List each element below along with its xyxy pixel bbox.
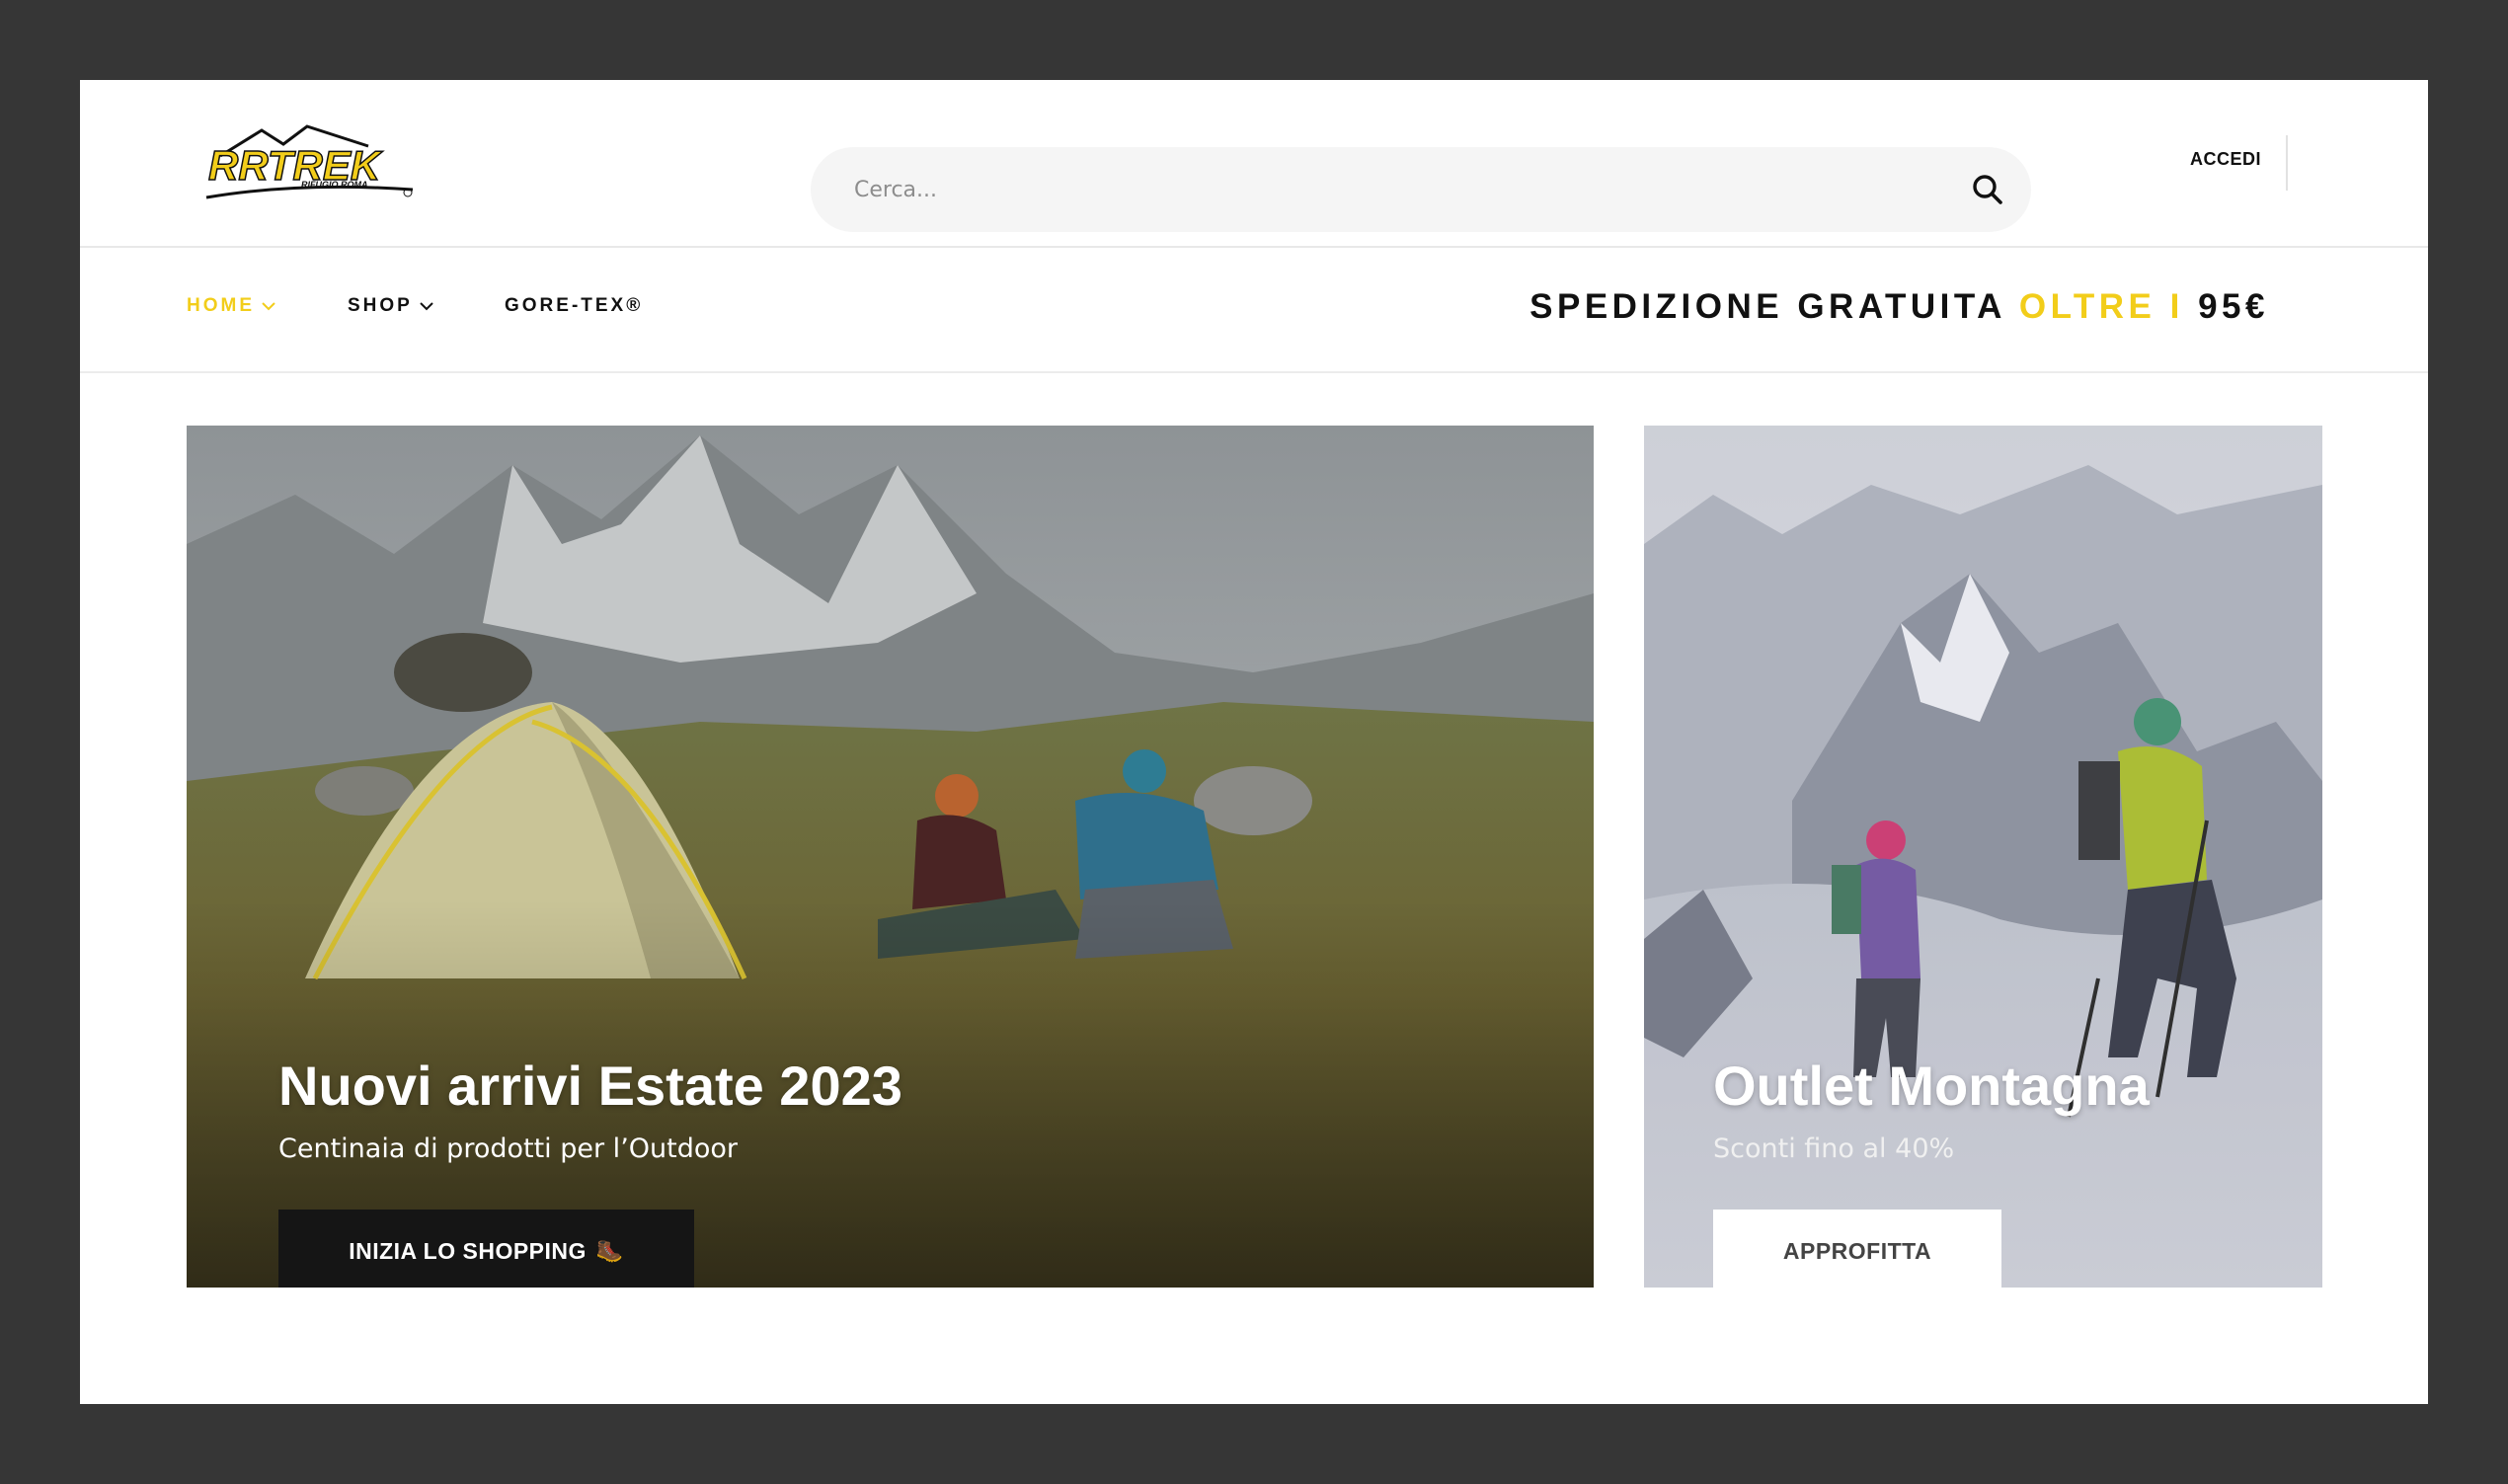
free-shipping-banner: SPEDIZIONE GRATUITA OLTRE I 95€ <box>1529 287 2269 327</box>
banner-title: Outlet Montagna <box>1713 1054 2150 1117</box>
nav-item-gore-tex-label: GORE-TEX® <box>505 295 644 316</box>
site-logo[interactable]: RRTREK RIFUGIO ROMA <box>200 117 423 205</box>
promo-text-amount: 95€ <box>2198 287 2269 326</box>
take-advantage-button[interactable]: APPROFITTA <box>1713 1210 2001 1288</box>
boot-icon: 🥾 <box>595 1238 624 1263</box>
header-divider <box>2286 135 2288 191</box>
search-icon[interactable] <box>1970 172 2005 207</box>
banner-mountain-outlet[interactable]: Outlet Montagna Sconti fino al 40% APPRO… <box>1644 426 2322 1288</box>
nav-item-gore-tex[interactable]: GORE-TEX® <box>505 295 643 317</box>
take-advantage-label: APPROFITTA <box>1782 1237 1932 1264</box>
logo-subtext: RIFUGIO ROMA <box>301 180 368 190</box>
chevron-down-icon <box>262 302 275 311</box>
banner-title: Nuovi arrivi Estate 2023 <box>278 1054 902 1117</box>
header-separator <box>80 246 2428 248</box>
search-input[interactable] <box>854 147 1940 232</box>
chevron-down-icon <box>420 302 433 311</box>
nav-item-shop-label: SHOP <box>348 295 413 316</box>
nav-separator <box>80 371 2428 373</box>
search-bar[interactable] <box>811 147 2031 232</box>
nav-item-home-label: HOME <box>187 295 255 316</box>
banner-summer-arrivals[interactable]: Nuovi arrivi Estate 2023 Centinaia di pr… <box>187 426 1594 1288</box>
start-shopping-label: INIZIA LO SHOPPING <box>349 1237 587 1264</box>
banner-subtitle: Sconti fino al 40% <box>1713 1133 1955 1164</box>
promo-text-main: SPEDIZIONE GRATUITA <box>1529 287 2005 326</box>
page: RRTREK RIFUGIO ROMA ACCEDI HOME SHOP GOR… <box>80 80 2428 1404</box>
logo-mark: RRTREK RIFUGIO ROMA <box>205 124 414 199</box>
promo-text-highlight: OLTRE I <box>2018 287 2184 326</box>
nav-item-shop[interactable]: SHOP <box>348 295 434 317</box>
start-shopping-button[interactable]: INIZIA LO SHOPPING 🥾 <box>278 1210 694 1288</box>
login-link[interactable]: ACCEDI <box>2190 149 2261 170</box>
nav-item-home[interactable]: HOME <box>187 295 276 317</box>
banner-subtitle: Centinaia di prodotti per l’Outdoor <box>278 1133 738 1164</box>
